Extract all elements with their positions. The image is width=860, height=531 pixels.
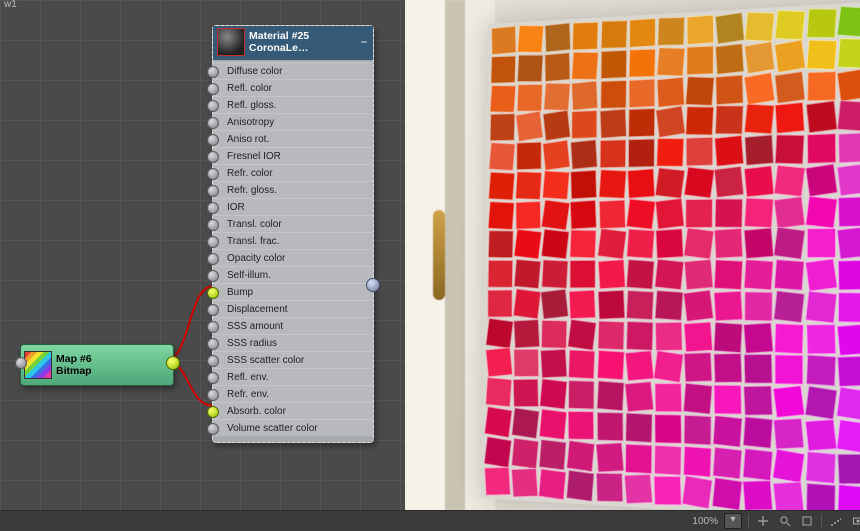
material-slot[interactable]: Volume scatter color bbox=[213, 419, 373, 436]
slot-input-socket[interactable] bbox=[207, 253, 219, 265]
tab-label: w1 bbox=[0, 0, 21, 11]
material-slot[interactable]: Refr. gloss. bbox=[213, 181, 373, 198]
slot-label: Diffuse color bbox=[227, 66, 282, 77]
material-output-socket[interactable] bbox=[366, 278, 380, 292]
slot-input-socket[interactable] bbox=[207, 185, 219, 197]
slot-label: Refl. color bbox=[227, 83, 272, 94]
pan-tool-icon[interactable] bbox=[755, 514, 771, 528]
layout-mode-icon[interactable] bbox=[828, 514, 844, 528]
material-slot[interactable]: Bump bbox=[213, 283, 373, 300]
material-slot[interactable]: Displacement bbox=[213, 300, 373, 317]
slot-label: Anisotropy bbox=[227, 117, 274, 128]
slot-label: Transl. frac. bbox=[227, 236, 279, 247]
material-slot[interactable]: Refr. env. bbox=[213, 385, 373, 402]
slot-input-socket[interactable] bbox=[207, 100, 219, 112]
slot-input-socket[interactable] bbox=[207, 355, 219, 367]
slot-label: Refr. env. bbox=[227, 389, 269, 400]
slot-label: Transl. color bbox=[227, 219, 282, 230]
zoom-tool-icon[interactable] bbox=[777, 514, 793, 528]
slot-input-socket[interactable] bbox=[207, 168, 219, 180]
slot-input-socket[interactable] bbox=[207, 423, 219, 435]
slot-input-socket[interactable] bbox=[207, 219, 219, 231]
slot-input-socket[interactable] bbox=[207, 389, 219, 401]
material-slot[interactable]: Refl. env. bbox=[213, 368, 373, 385]
slot-label: Refl. env. bbox=[227, 372, 269, 383]
material-slot[interactable]: SSS amount bbox=[213, 317, 373, 334]
slot-input-socket[interactable] bbox=[207, 151, 219, 163]
slot-label: SSS amount bbox=[227, 321, 283, 332]
map-thumbnail bbox=[24, 351, 52, 379]
slot-label: Refl. gloss. bbox=[227, 100, 276, 111]
preview-mosaic-glass bbox=[481, 0, 860, 510]
map-name: Map #6 bbox=[56, 353, 170, 365]
material-slot[interactable]: Anisotropy bbox=[213, 113, 373, 130]
material-slot[interactable]: Fresnel IOR bbox=[213, 147, 373, 164]
material-slot[interactable]: Transl. frac. bbox=[213, 232, 373, 249]
minimize-button[interactable]: – bbox=[359, 36, 369, 48]
material-slot[interactable]: SSS radius bbox=[213, 334, 373, 351]
slot-label: Refr. gloss. bbox=[227, 185, 277, 196]
render-icon[interactable] bbox=[850, 514, 860, 528]
slot-input-socket[interactable] bbox=[207, 83, 219, 95]
slot-label: Aniso rot. bbox=[227, 134, 269, 145]
preview-scene-handle bbox=[433, 210, 445, 300]
slot-input-socket[interactable] bbox=[207, 304, 219, 316]
zoom-dropdown-icon[interactable]: ▾ bbox=[724, 513, 742, 529]
slot-label: Refr. color bbox=[227, 168, 273, 179]
status-bar: 100% ▾ bbox=[0, 510, 860, 531]
slot-input-socket[interactable] bbox=[207, 236, 219, 248]
viewport-preview[interactable] bbox=[405, 0, 860, 510]
material-swatch bbox=[217, 28, 245, 56]
material-slot[interactable]: SSS scatter color bbox=[213, 351, 373, 368]
map-node[interactable]: Map #6 Bitmap bbox=[20, 344, 174, 386]
slot-label: Opacity color bbox=[227, 253, 285, 264]
slot-label: SSS scatter color bbox=[227, 355, 304, 366]
node-graph-canvas[interactable]: w1 Map #6 Bitmap Material #25 CoronaLe… … bbox=[0, 0, 860, 531]
material-slot[interactable]: IOR bbox=[213, 198, 373, 215]
slot-input-socket[interactable] bbox=[207, 287, 219, 299]
slot-input-socket[interactable] bbox=[207, 406, 219, 418]
material-name: Material #25 bbox=[249, 30, 355, 42]
slot-input-socket[interactable] bbox=[207, 321, 219, 333]
material-slot[interactable]: Refr. color bbox=[213, 164, 373, 181]
material-slot[interactable]: Aniso rot. bbox=[213, 130, 373, 147]
slot-input-socket[interactable] bbox=[207, 134, 219, 146]
slot-input-socket[interactable] bbox=[207, 338, 219, 350]
slot-label: IOR bbox=[227, 202, 245, 213]
slot-label: Bump bbox=[227, 287, 253, 298]
material-slot[interactable]: Opacity color bbox=[213, 249, 373, 266]
slot-label: Absorb. color bbox=[227, 406, 286, 417]
material-slot[interactable]: Self-illum. bbox=[213, 266, 373, 283]
material-node[interactable]: Material #25 CoronaLe… – Diffuse color Re… bbox=[212, 25, 374, 443]
material-slot[interactable]: Transl. color bbox=[213, 215, 373, 232]
slot-label: Displacement bbox=[227, 304, 288, 315]
slot-input-socket[interactable] bbox=[207, 202, 219, 214]
material-header[interactable]: Material #25 CoronaLe… – bbox=[213, 26, 373, 60]
material-slot[interactable]: Absorb. color bbox=[213, 402, 373, 419]
slot-label: SSS radius bbox=[227, 338, 277, 349]
material-slot[interactable]: Refl. gloss. bbox=[213, 96, 373, 113]
slot-input-socket[interactable] bbox=[207, 270, 219, 282]
material-slot[interactable]: Diffuse color bbox=[213, 62, 373, 79]
map-input-socket[interactable] bbox=[15, 357, 27, 369]
map-output-socket[interactable] bbox=[166, 356, 180, 370]
slot-label: Fresnel IOR bbox=[227, 151, 281, 162]
slot-label: Self-illum. bbox=[227, 270, 271, 281]
slot-input-socket[interactable] bbox=[207, 117, 219, 129]
slot-input-socket[interactable] bbox=[207, 372, 219, 384]
zoom-extents-icon[interactable] bbox=[799, 514, 815, 528]
material-type: CoronaLe… bbox=[249, 42, 355, 54]
map-type: Bitmap bbox=[56, 365, 170, 377]
slot-label: Volume scatter color bbox=[227, 423, 318, 434]
material-slot-list: Diffuse color Refl. color Refl. gloss. Anis… bbox=[213, 60, 373, 442]
slot-input-socket[interactable] bbox=[207, 66, 219, 78]
material-slot[interactable]: Refl. color bbox=[213, 79, 373, 96]
zoom-readout: 100% bbox=[668, 516, 718, 527]
